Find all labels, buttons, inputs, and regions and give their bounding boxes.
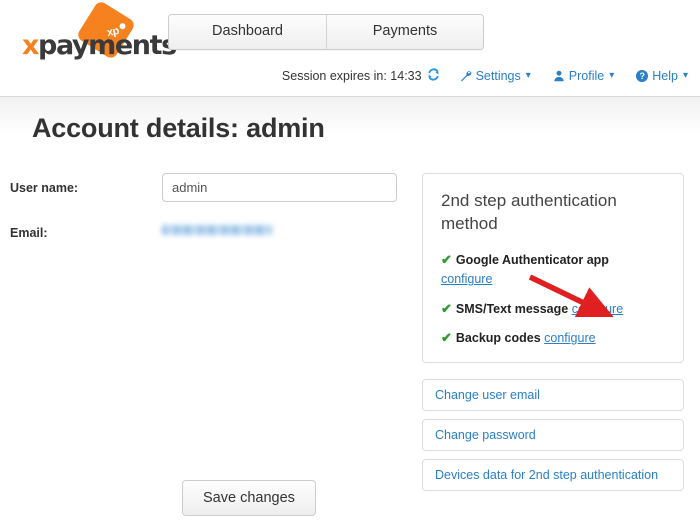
page-title: Account details: admin <box>32 113 325 143</box>
auth-method-backup-codes: ✔ Backup codes configure <box>441 328 667 348</box>
user-icon <box>553 70 565 82</box>
action-devices-data[interactable]: Devices data for 2nd step authentication <box>422 459 684 492</box>
logo-word-x: x <box>22 30 39 61</box>
chevron-down-icon: ▾ <box>609 69 615 81</box>
menu-profile[interactable]: Profile ▾ <box>553 69 614 83</box>
wrench-icon <box>460 70 472 82</box>
second-step-auth-panel: 2nd step authentication method ✔ Google A… <box>422 173 684 364</box>
menu-help-label: Help <box>652 68 678 83</box>
check-icon: ✔ <box>441 300 452 316</box>
sms-configure-link[interactable]: configure <box>572 302 623 316</box>
username-input[interactable] <box>162 173 397 202</box>
site-header: xp xpayments Dashboard Payments Session … <box>0 0 700 97</box>
logo-word-rest: payments <box>38 30 177 61</box>
chevron-down-icon: ▾ <box>682 69 688 81</box>
menu-help[interactable]: ? Help ▾ <box>636 69 688 83</box>
main-nav-tabs: Dashboard Payments <box>168 14 484 50</box>
auth-method-google-authenticator: ✔ Google Authenticator app configure <box>441 250 667 290</box>
save-button-wrap: Save changes <box>182 480 316 516</box>
form-row-email: Email: <box>10 220 412 240</box>
app-root: xp xpayments Dashboard Payments Session … <box>0 0 700 524</box>
action-change-password[interactable]: Change password <box>422 419 684 452</box>
logo-wordmark: xpayments <box>22 30 177 61</box>
auth-method-label: SMS/Text message <box>455 301 569 316</box>
auth-method-sms: ✔ SMS/Text message configure <box>441 299 667 319</box>
action-change-user-email[interactable]: Change user email <box>422 379 684 412</box>
menu-settings[interactable]: Settings ▾ <box>460 69 531 83</box>
account-form: User name: Email: <box>0 173 412 491</box>
check-icon: ✔ <box>441 251 452 267</box>
utility-bar: Session expires in: 14:33 Settings ▾ Pro… <box>282 68 688 83</box>
sidebar-panels: 2nd step authentication method ✔ Google A… <box>422 173 684 492</box>
google-authenticator-configure-link[interactable]: configure <box>441 272 492 286</box>
second-step-auth-title: 2nd step authentication method <box>441 191 617 233</box>
auth-method-label: Backup codes <box>455 331 541 345</box>
chevron-down-icon: ▾ <box>525 69 531 81</box>
form-row-username: User name: <box>10 173 412 202</box>
auth-method-label: Google Authenticator app <box>455 252 609 267</box>
content-columns: User name: Email: 2nd step authenticatio… <box>0 173 700 492</box>
session-timer: Session expires in: 14:33 <box>282 68 440 83</box>
menu-settings-label: Settings <box>475 68 521 83</box>
tab-payments[interactable]: Payments <box>326 15 483 49</box>
menu-profile-label: Profile <box>568 68 605 83</box>
username-label: User name: <box>10 181 79 195</box>
save-changes-button[interactable]: Save changes <box>182 480 316 516</box>
account-actions-list: Change user email Change password Device… <box>422 379 684 492</box>
session-timer-label: Session expires in: 14:33 <box>281 68 422 83</box>
tab-dashboard[interactable]: Dashboard <box>169 15 326 49</box>
refresh-icon[interactable] <box>427 68 440 83</box>
check-icon: ✔ <box>441 330 452 345</box>
xpayments-logo[interactable]: xp xpayments <box>22 0 177 61</box>
question-circle-icon: ? <box>636 69 649 82</box>
email-value-redacted <box>162 225 272 235</box>
email-label: Email: <box>10 226 48 240</box>
backup-codes-configure-link[interactable]: configure <box>544 331 595 345</box>
